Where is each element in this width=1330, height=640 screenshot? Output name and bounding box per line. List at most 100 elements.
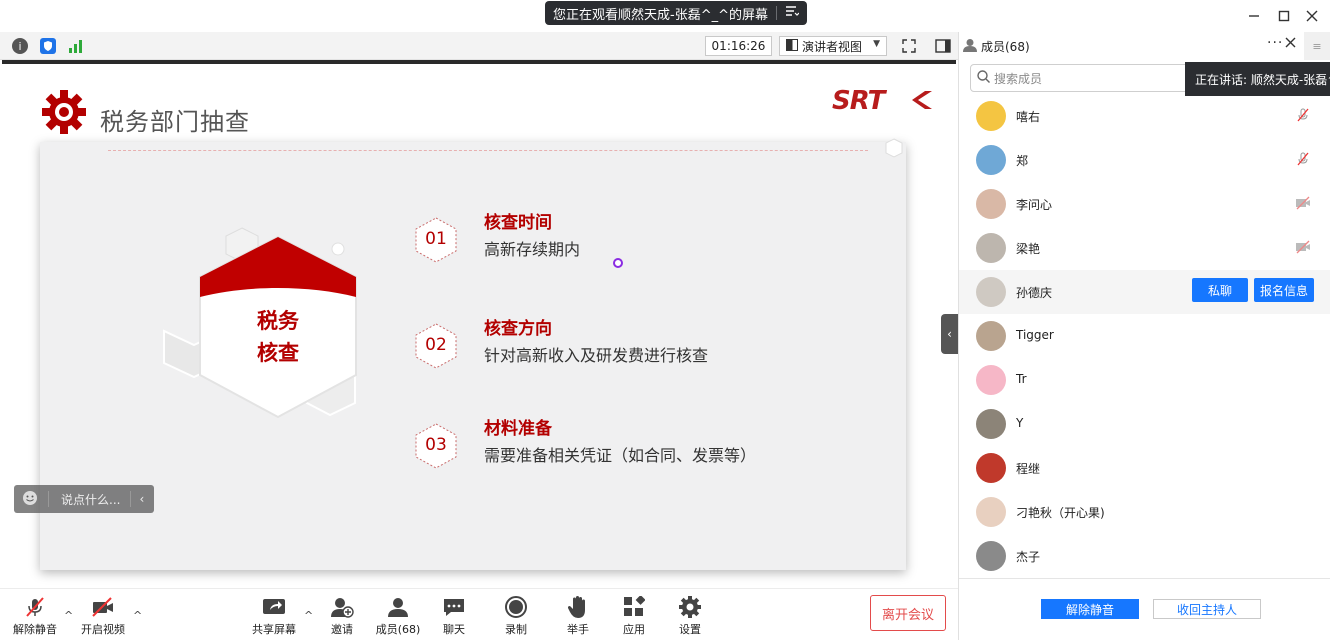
close-icon[interactable] <box>1285 36 1296 52</box>
member-name: Tigger <box>1016 328 1054 342</box>
unmute-button[interactable]: 解除静音 <box>5 595 65 639</box>
info-icon[interactable]: i <box>12 38 28 54</box>
maximize-icon[interactable] <box>1270 4 1298 28</box>
avatar <box>976 233 1006 263</box>
private-chat-button[interactable]: 私聊 <box>1192 278 1248 302</box>
menu-icon[interactable]: ≡ <box>1304 32 1330 60</box>
title-bar: 您正在观看顺然天成-张磊^_^的屏幕 <box>0 0 1330 32</box>
list-item[interactable]: Y <box>959 402 1330 446</box>
share-label: 共享屏幕 <box>252 623 296 636</box>
member-name: 嘻右 <box>1016 110 1041 124</box>
member-name: 刁艳秋（开心果) <box>1016 506 1105 520</box>
list-item[interactable]: 孙德庆 私聊 报名信息 <box>959 270 1330 314</box>
list-item[interactable]: 杰子 <box>959 534 1330 578</box>
member-name: 梁艳 <box>1016 242 1041 256</box>
member-search-input[interactable]: 搜索成员 <box>970 64 1210 92</box>
list-item[interactable]: 李问心 <box>959 182 1330 226</box>
item-number: 03 <box>425 435 447 455</box>
item-description: 高新存续期内 <box>484 240 581 259</box>
side-panel-toggle-icon[interactable] <box>934 37 952 55</box>
share-screen-button[interactable]: 共享屏幕 <box>244 595 304 639</box>
avatar <box>976 541 1006 571</box>
list-item[interactable]: 梁艳 <box>959 226 1330 270</box>
raise-hand-button[interactable]: 举手 <box>548 595 608 639</box>
member-name: 孙德庆 <box>1016 286 1053 300</box>
hand-icon <box>566 595 590 619</box>
screen-share-indicator[interactable]: 您正在观看顺然天成-张磊^_^的屏幕 <box>545 1 807 25</box>
badge-line-1: 税务 <box>257 309 299 333</box>
member-name: 程继 <box>1016 462 1041 476</box>
members-label: 成员(68) <box>375 623 421 636</box>
badge-line-2: 核查 <box>257 341 299 365</box>
svg-text:i: i <box>18 40 21 53</box>
start-video-button[interactable]: 开启视频 <box>73 595 133 639</box>
mic-muted-icon[interactable] <box>1295 151 1311 167</box>
emoji-icon[interactable] <box>22 490 38 509</box>
invite-button[interactable]: 邀请 <box>312 595 372 639</box>
search-icon <box>977 70 990 86</box>
chat-quick-input[interactable]: 说点什么... ‹ <box>14 485 154 513</box>
chat-placeholder: 说点什么... <box>61 492 121 507</box>
meeting-timer: 01:16:26 <box>705 36 772 56</box>
member-name: 李问心 <box>1016 198 1053 212</box>
meeting-toolbar: i 01:16:26 演讲者视图 ▼ <box>0 32 958 60</box>
active-speaker-tooltip: 正在讲话: 顺然天成-张磊^_^ <box>1185 62 1330 96</box>
chevron-up-icon[interactable]: ^ <box>64 609 73 622</box>
leave-meeting-button[interactable]: 离开会议 <box>870 595 946 631</box>
list-item[interactable]: 郑 <box>959 138 1330 182</box>
more-options-icon[interactable]: ··· <box>1267 35 1283 51</box>
chevron-left-icon[interactable]: ‹ <box>139 492 144 506</box>
slide-title: 税务部门抽查 <box>100 108 250 136</box>
avatar <box>976 365 1006 395</box>
sharing-menu-icon[interactable] <box>785 5 800 21</box>
record-button[interactable]: 录制 <box>486 595 546 639</box>
panel-collapse-tab[interactable]: ‹ <box>941 314 958 354</box>
search-placeholder: 搜索成员 <box>994 71 1043 86</box>
reclaim-host-button[interactable]: 收回主持人 <box>1153 599 1261 619</box>
unmute-all-button[interactable]: 解除静音 <box>1041 599 1139 619</box>
member-name: Y <box>1016 416 1024 430</box>
avatar <box>976 101 1006 131</box>
close-icon[interactable] <box>1298 4 1326 28</box>
video-label: 开启视频 <box>81 623 125 636</box>
decor-small-hex <box>884 138 904 161</box>
list-item[interactable]: 嘻右 <box>959 100 1330 138</box>
item-number-badge: 02 <box>414 322 458 370</box>
settings-button[interactable]: 设置 <box>660 595 720 639</box>
add-user-icon <box>330 595 354 619</box>
avatar <box>976 277 1006 307</box>
list-item[interactable]: Tr <box>959 358 1330 402</box>
mic-muted-icon[interactable] <box>1295 107 1311 123</box>
shared-screen: 税务部门抽查 SRT 税务 核查 01 核查时间 高新存续期内 02 核查方向 … <box>0 60 958 588</box>
chevron-up-icon[interactable]: ^ <box>133 609 142 622</box>
member-panel-title: 成员(68) <box>981 40 1030 54</box>
item-number: 01 <box>425 229 447 249</box>
chat-icon <box>442 595 466 619</box>
apps-button[interactable]: 应用 <box>604 595 664 639</box>
meeting-window: 您正在观看顺然天成-张磊^_^的屏幕 i 01:16:26 演讲者视图 ▼ 税务… <box>0 0 1330 640</box>
list-item[interactable]: 刁艳秋（开心果) <box>959 490 1330 534</box>
member-panel-footer: 解除静音 收回主持人 <box>959 578 1330 640</box>
chat-button[interactable]: 聊天 <box>424 595 484 639</box>
member-name: Tr <box>1016 372 1027 386</box>
view-mode-dropdown[interactable]: 演讲者视图 ▼ <box>779 36 887 56</box>
video-off-icon[interactable] <box>1295 195 1311 211</box>
raise-hand-label: 举手 <box>567 623 589 636</box>
company-logo: SRT <box>832 86 885 116</box>
view-mode-label: 演讲者视图 <box>802 39 863 54</box>
signup-info-button[interactable]: 报名信息 <box>1254 278 1314 302</box>
list-item[interactable]: Tigger <box>959 314 1330 358</box>
video-off-icon[interactable] <box>1295 239 1311 255</box>
shield-icon[interactable] <box>40 38 56 54</box>
item-number-badge: 01 <box>414 216 458 264</box>
tax-audit-badge: 税务 核查 <box>160 225 380 438</box>
pointer-cursor-icon <box>613 257 623 271</box>
fullscreen-icon[interactable] <box>900 37 918 55</box>
item-number: 02 <box>425 335 447 355</box>
signal-icon[interactable] <box>68 38 84 54</box>
list-item[interactable]: 程继 <box>959 446 1330 490</box>
members-button[interactable]: 成员(68) <box>368 595 428 639</box>
user-icon <box>963 38 977 55</box>
members-icon <box>386 595 410 619</box>
minimize-icon[interactable] <box>1240 4 1268 28</box>
